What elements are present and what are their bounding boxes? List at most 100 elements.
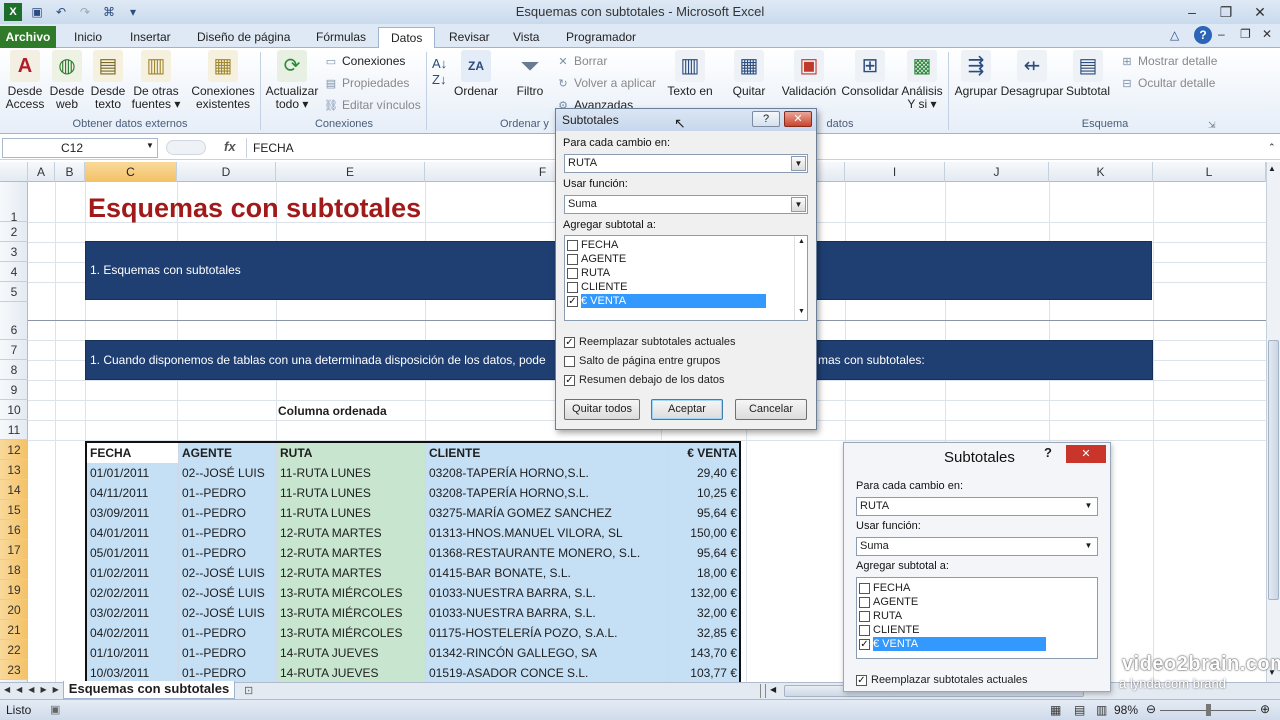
header-cliente[interactable]: CLIENTE xyxy=(426,443,668,463)
data-table[interactable]: FECHA AGENTE RUTA CLIENTE € VENTA 01/01/… xyxy=(85,441,741,685)
analisis-y-si-button[interactable]: ▩ Análisis Y si ▾ xyxy=(900,50,944,111)
otras-fuentes-button[interactable]: ▥ De otras fuentes ▾ xyxy=(130,50,182,111)
cell[interactable]: 03208-TAPERÍA HORNO,S.L. xyxy=(426,463,668,483)
subtotal-button[interactable]: ▤ Subtotal xyxy=(1064,50,1112,98)
row-header[interactable]: 2 xyxy=(0,222,28,242)
cell[interactable]: 132,00 € xyxy=(668,583,739,603)
header-venta[interactable]: € VENTA xyxy=(668,443,739,463)
page-break-icon[interactable]: ▥ xyxy=(1096,703,1107,717)
close-window-button[interactable]: ✕ xyxy=(1246,2,1274,22)
cell[interactable]: 143,70 € xyxy=(668,643,739,663)
cell[interactable]: 01--PEDRO xyxy=(179,523,277,543)
cell[interactable]: 12-RUTA MARTES xyxy=(277,523,426,543)
editar-vinculos-button[interactable]: ⛓ Editar vínculos xyxy=(324,98,421,112)
column-header[interactable]: K xyxy=(1049,162,1153,182)
cell[interactable]: 11-RUTA LUNES xyxy=(277,483,426,503)
column-header[interactable]: A xyxy=(28,162,55,182)
tab-archivo[interactable]: Archivo xyxy=(0,26,56,48)
option-resumen[interactable]: ✓ Resumen debajo de los datos xyxy=(564,371,725,389)
cell[interactable]: 02--JOSÉ LUIS xyxy=(179,583,277,603)
checkbox[interactable] xyxy=(567,253,578,265)
cell[interactable]: 01033-NUESTRA BARRA, S.L. xyxy=(426,583,668,603)
scroll-left-icon[interactable]: ◀ xyxy=(770,685,776,694)
row-header[interactable]: 23 xyxy=(0,660,28,680)
header-fecha[interactable]: FECHA xyxy=(87,443,179,463)
cell[interactable]: 32,00 € xyxy=(668,603,739,623)
wb-close-icon[interactable]: ✕ xyxy=(1262,27,1272,41)
expand-formula-icon[interactable]: ⌃ xyxy=(1268,142,1276,153)
row-header[interactable]: 15 xyxy=(0,500,28,520)
tab-split-handle[interactable] xyxy=(760,684,766,698)
page-layout-icon[interactable]: ▤ xyxy=(1074,703,1085,717)
cell[interactable]: 01033-NUESTRA BARRA, S.L. xyxy=(426,603,668,623)
cell[interactable]: 32,85 € xyxy=(668,623,739,643)
row-header[interactable]: 22 xyxy=(0,640,28,660)
borrar-button[interactable]: ✕ Borrar xyxy=(556,54,607,68)
cell[interactable]: 01--PEDRO xyxy=(179,483,277,503)
conexiones-existentes-button[interactable]: ▦ Conexiones existentes xyxy=(190,50,256,111)
row-header[interactable]: 9 xyxy=(0,380,28,400)
quitar-todos-button[interactable]: Quitar todos xyxy=(564,399,640,420)
header-ruta[interactable]: RUTA xyxy=(277,443,426,463)
list-item[interactable]: AGENTE xyxy=(565,252,807,266)
cell[interactable]: 01368-RESTAURANTE MONERO, S.L. xyxy=(426,543,668,563)
row-header[interactable]: 8 xyxy=(0,360,28,380)
list-item[interactable]: FECHA xyxy=(565,238,807,252)
chevron-down-icon[interactable]: ▼ xyxy=(791,156,806,171)
macro-record-icon[interactable]: ▣ xyxy=(50,703,60,716)
consolidar-button[interactable]: ⊞ Consolidar xyxy=(840,50,900,98)
agrupar-button[interactable]: ⇶ Agrupar xyxy=(952,50,1000,98)
checkbox-checked[interactable]: ✓ xyxy=(567,295,578,307)
tab-revisar[interactable]: Revisar xyxy=(437,27,502,48)
cell[interactable]: 103,77 € xyxy=(668,663,739,683)
row-header[interactable]: 11 xyxy=(0,420,28,440)
tab-diseno-pagina[interactable]: Diseño de página xyxy=(185,27,302,48)
checkbox[interactable] xyxy=(567,267,578,279)
sheet-tab-active[interactable]: Esquemas con subtotales xyxy=(63,681,235,699)
cell[interactable]: 04/02/2011 xyxy=(87,623,179,643)
conexiones-button[interactable]: ▭ Conexiones xyxy=(324,54,406,68)
minimize-button[interactable]: – xyxy=(1178,2,1206,22)
row-header[interactable]: 21 xyxy=(0,620,28,640)
ordenar-button[interactable]: ZA Ordenar xyxy=(452,50,500,98)
desde-texto-button[interactable]: ▤ Desde texto xyxy=(88,50,128,111)
collapse-ribbon-icon[interactable]: △ xyxy=(1170,28,1179,42)
row-header[interactable]: 17 xyxy=(0,540,28,560)
row-header[interactable]: 5 xyxy=(0,282,28,302)
cell[interactable]: 13-RUTA MIÉRCOLES xyxy=(277,603,426,623)
cell[interactable]: 12-RUTA MARTES xyxy=(277,563,426,583)
row-header[interactable]: 19 xyxy=(0,580,28,600)
cell[interactable]: 01/01/2011 xyxy=(87,463,179,483)
cell[interactable]: 10/03/2011 xyxy=(87,663,179,683)
cell[interactable]: 04/01/2011 xyxy=(87,523,179,543)
ocultar-detalle-button[interactable]: ⊟ Ocultar detalle xyxy=(1120,76,1215,90)
column-header[interactable]: L xyxy=(1153,162,1266,182)
tab-vista[interactable]: Vista xyxy=(501,27,551,48)
actualizar-todo-button[interactable]: ⟳ Actualizar todo ▾ xyxy=(264,50,320,111)
propiedades-button[interactable]: ▤ Propiedades xyxy=(324,76,410,90)
insert-sheet-icon[interactable]: ⊡ xyxy=(244,684,253,697)
help-icon[interactable]: ? xyxy=(1194,26,1212,44)
fx-icon[interactable]: fx xyxy=(224,139,236,154)
cell[interactable]: 01415-BAR BONATE, S.L. xyxy=(426,563,668,583)
cell[interactable]: 11-RUTA LUNES xyxy=(277,463,426,483)
desagrupar-button[interactable]: ⇷ Desagrupar xyxy=(1000,50,1064,98)
aceptar-button[interactable]: Aceptar xyxy=(651,399,723,420)
restore-button[interactable]: ❐ xyxy=(1212,2,1240,22)
sort-az-icon[interactable]: A↓ Z↓ xyxy=(432,56,447,88)
row-header[interactable]: 18 xyxy=(0,560,28,580)
column-header[interactable]: B xyxy=(55,162,85,182)
checkbox-checked[interactable]: ✓ xyxy=(564,374,575,386)
row-header[interactable]: 14 xyxy=(0,480,28,500)
wb-minimize-icon[interactable]: – xyxy=(1218,27,1225,41)
row-header[interactable]: 4 xyxy=(0,262,28,282)
cell[interactable]: 11-RUTA LUNES xyxy=(277,503,426,523)
row-header[interactable]: 1 xyxy=(0,182,28,224)
dialog-launcher-icon[interactable]: ⇲ xyxy=(1208,120,1216,131)
wb-restore-icon[interactable]: ❐ xyxy=(1240,27,1251,41)
listbox-scrollbar[interactable]: ▲ ▼ xyxy=(794,236,808,320)
column-header[interactable]: C xyxy=(85,162,177,182)
name-box[interactable]: C12 xyxy=(2,138,158,158)
cell[interactable]: 10,25 € xyxy=(668,483,739,503)
tab-inicio[interactable]: Inicio xyxy=(62,27,114,48)
